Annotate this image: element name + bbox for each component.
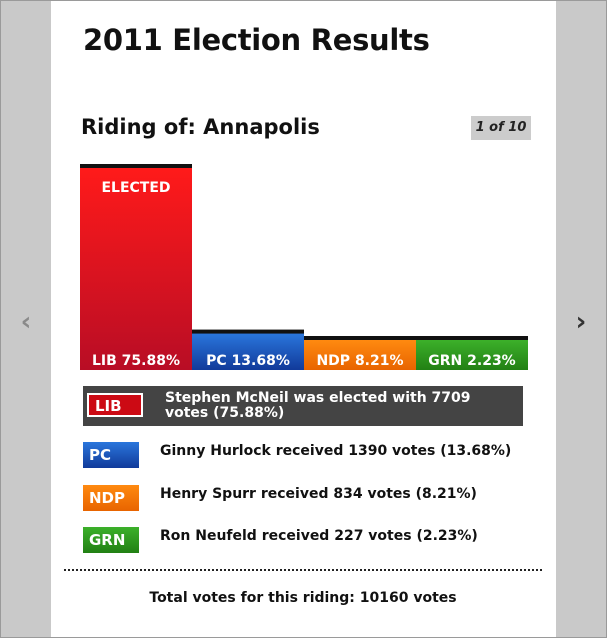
party-badge-pc: PC <box>83 442 139 468</box>
bar-label-pc: PC 13.68% <box>206 353 290 369</box>
candidate-result-text: Stephen McNeil was elected with 7709 vot… <box>165 390 471 421</box>
next-riding-button[interactable]: › <box>556 1 606 637</box>
bar-label-lib: LIB 75.88% <box>92 353 180 369</box>
results-content: 2011 Election Results Riding of: Annapol… <box>52 1 554 637</box>
divider <box>64 569 542 571</box>
party-badge-ndp: NDP <box>83 485 139 511</box>
elected-label: ELECTED <box>101 180 170 196</box>
total-votes: Total votes for this riding: 10160 votes <box>149 590 457 606</box>
candidate-result-text: Henry Spurr received 834 votes (8.21%) <box>160 486 477 502</box>
results-bar-chart: LIB 75.88% ELECTED PC 13.68% NDP 8.21% GRN 2… <box>80 164 528 370</box>
party-badge-grn: GRN <box>83 527 139 553</box>
prev-riding-button[interactable]: ‹ <box>1 1 51 637</box>
chevron-left-icon[interactable]: ‹ <box>1 307 51 337</box>
legend-row-lib: LIB Stephen McNeil was elected with 7709… <box>83 386 523 426</box>
bar-label-grn: GRN 2.23% <box>428 353 515 369</box>
candidate-result-text: Ron Neufeld received 227 votes (2.23%) <box>160 528 478 544</box>
bar-lib <box>80 168 192 370</box>
chevron-right-icon[interactable]: › <box>556 307 606 337</box>
party-badge-lib: LIB <box>87 393 143 417</box>
bar-label-ndp: NDP 8.21% <box>316 353 403 369</box>
candidate-result-text: Ginny Hurlock received 1390 votes (13.68… <box>160 443 512 459</box>
results-panel: ‹ › 2011 Election Results Riding of: Ann… <box>0 0 607 638</box>
